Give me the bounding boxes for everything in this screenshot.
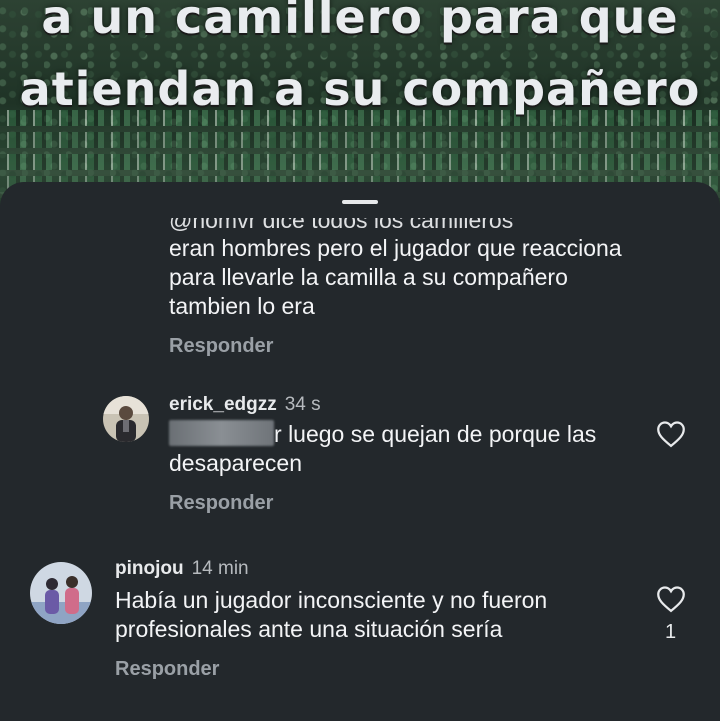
comment-timestamp: 14 min xyxy=(191,558,249,579)
redacted-mention xyxy=(169,420,274,446)
comment-text: Había un jugador inconsciente y no fuero… xyxy=(115,587,548,642)
like-count: 1 xyxy=(665,621,677,643)
reply-button[interactable]: Responder xyxy=(169,335,649,358)
comment-body: r luego se quejan de porque las desapare… xyxy=(169,420,639,478)
comment-timestamp: 34 s xyxy=(284,394,321,415)
comment-item: erick_edgzz 34 s r luego se quejan de por… xyxy=(169,394,639,515)
reply-button[interactable]: Responder xyxy=(169,492,639,515)
video-caption-line-2: atiendan a su compañero xyxy=(19,62,701,116)
comment-username[interactable]: pinojou xyxy=(115,558,184,579)
heart-icon[interactable] xyxy=(656,585,686,613)
avatar[interactable] xyxy=(30,562,92,624)
avatar-image xyxy=(30,562,92,624)
avatar-image xyxy=(103,396,149,442)
comments-sheet: @nomvr dice todos los camilleros eran ho… xyxy=(0,182,720,721)
sheet-drag-handle[interactable] xyxy=(342,200,378,204)
reply-button[interactable]: Responder xyxy=(115,658,625,681)
avatar[interactable] xyxy=(103,396,149,442)
video-caption-line-1: a un camillero para que xyxy=(41,0,679,44)
comment-username[interactable]: erick_edgzz xyxy=(169,394,277,415)
comment-item: pinojou 14 min Había un jugador inconscie… xyxy=(115,558,625,681)
crowd-decoration xyxy=(0,154,720,170)
comment-partial-text: @nomvr dice todos los camilleros xyxy=(169,218,514,233)
crowd-decoration xyxy=(0,132,720,148)
comment-item: @nomvr dice todos los camilleros eran ho… xyxy=(169,218,649,358)
comment-text: eran hombres pero el jugador que reaccio… xyxy=(169,235,622,319)
heart-icon[interactable] xyxy=(656,420,686,448)
mention-suffix: r xyxy=(274,421,282,447)
